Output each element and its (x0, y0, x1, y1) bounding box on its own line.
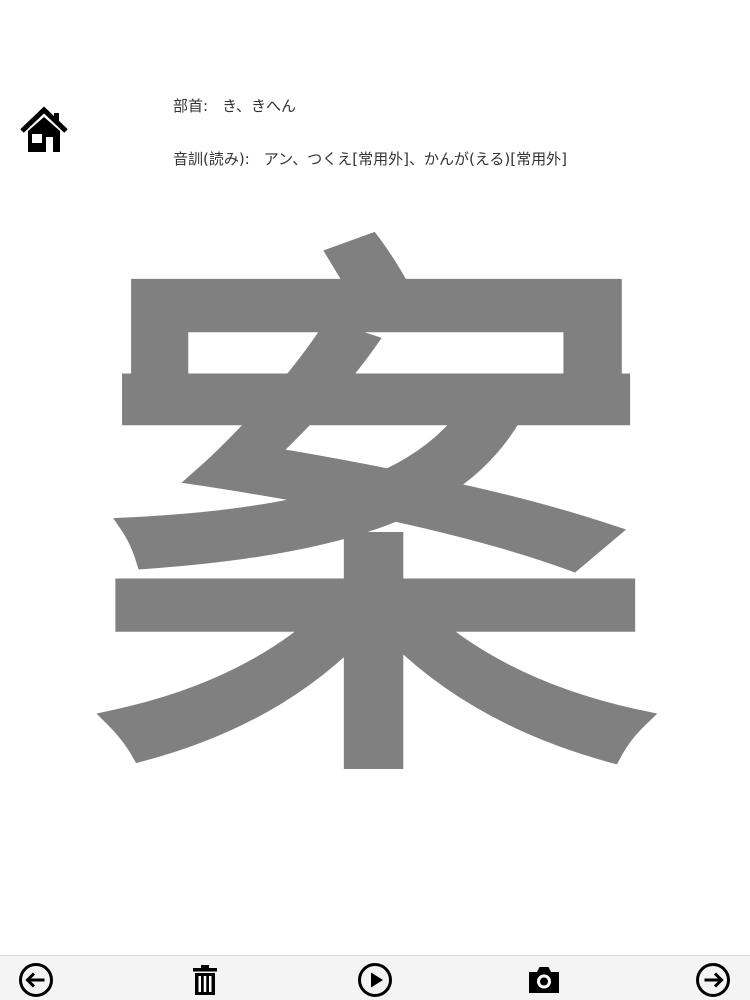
delete-button[interactable] (187, 962, 223, 998)
kanji-character: 案 (95, 191, 655, 849)
kanji-detail-page: 部首: き、きへん 音訓(読み): アン、つくえ[常用外]、かんが(える)[常用外]… (0, 0, 750, 1000)
play-button[interactable] (357, 962, 393, 998)
camera-icon (529, 967, 559, 993)
play-circle-icon (358, 963, 392, 997)
radical-info: 部首: き、きへん (173, 95, 296, 116)
arrow-left-circle-icon (19, 963, 53, 997)
bottom-toolbar (0, 955, 750, 1000)
reading-label: 音訓(読み): (173, 150, 250, 168)
previous-button[interactable] (18, 962, 54, 998)
camera-button[interactable] (526, 962, 562, 998)
radical-label: 部首: (173, 97, 209, 115)
home-button[interactable] (18, 104, 70, 156)
trash-icon (193, 965, 217, 995)
home-icon (20, 106, 68, 152)
radical-value: き、きへん (222, 97, 297, 115)
arrow-right-circle-icon (696, 963, 730, 997)
reading-info: 音訓(読み): アン、つくえ[常用外]、かんが(える)[常用外] (173, 148, 567, 169)
reading-value: アン、つくえ[常用外]、かんが(える)[常用外] (263, 150, 567, 168)
kanji-canvas[interactable]: 案 (60, 205, 690, 835)
next-button[interactable] (695, 962, 731, 998)
